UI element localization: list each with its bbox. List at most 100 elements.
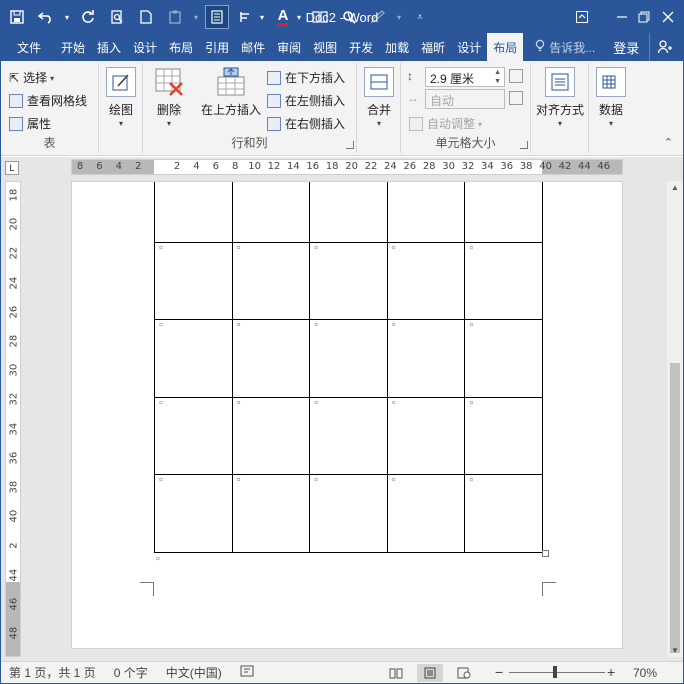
chevron-down-icon[interactable]: ▾ [295,5,303,29]
autofit-button[interactable]: 自动调整 ▾ [409,115,482,132]
table-cell[interactable]: ¤ [464,396,543,475]
tab-view[interactable]: 视图 [307,33,343,61]
table-cell[interactable] [386,182,466,243]
save-icon[interactable] [5,5,29,29]
table-cell[interactable]: ¤ [309,474,388,553]
tab-developer[interactable]: 开发 [343,33,379,61]
read-mode-icon[interactable] [383,664,409,682]
table-cell[interactable]: ¤ [231,241,311,320]
table-cell[interactable]: ¤ [231,474,311,553]
two-pages-icon[interactable] [308,5,332,29]
distribute-columns-icon[interactable] [509,91,523,105]
delete-button[interactable]: 删除 ▾ [147,67,191,128]
scroll-up-icon[interactable]: ▲ [667,183,683,192]
view-gridlines-button[interactable]: 查看网格线 [9,92,87,109]
share-icon[interactable] [649,33,679,61]
tab-insert[interactable]: 插入 [91,33,127,61]
collapse-ribbon-icon[interactable]: ⌃ [664,136,673,149]
alignment-button[interactable]: 对齐方式 ▾ [533,67,587,128]
column-width-input[interactable]: 自动 [425,89,505,109]
zoom-slider[interactable] [509,672,605,673]
table-cell[interactable]: ¤ [464,241,543,320]
vertical-scrollbar[interactable]: ▲ ▼ [667,181,683,657]
insert-below-button[interactable]: 在下方插入 [267,69,345,86]
draw-table-button[interactable]: 绘图 ▾ [103,67,139,128]
table-cell[interactable]: ¤ [309,319,388,398]
table-cell[interactable]: ¤ [154,241,233,320]
paragraph-icon[interactable] [234,5,258,29]
repeat-icon[interactable] [76,5,100,29]
print-preview-icon[interactable] [105,5,129,29]
merge-button[interactable]: 合并 ▾ [361,67,397,128]
page-count[interactable]: 第 1 页，共 1 页 [9,664,96,681]
tab-table-layout[interactable]: 布局 [487,33,524,61]
ruler-tick: 22 [364,161,378,172]
tab-mailings[interactable]: 邮件 [235,33,271,61]
tab-design[interactable]: 设计 [127,33,163,61]
word-count[interactable]: 0 个字 [114,664,148,681]
zoom-in-icon[interactable]: + [607,664,615,680]
table-cell[interactable]: ¤ [154,396,233,475]
properties-button[interactable]: 属性 [9,115,51,132]
tab-home[interactable]: 开始 [55,33,91,61]
customize-qat-icon[interactable]: ⩡ [408,5,432,29]
insert-right-button[interactable]: 在右侧插入 [267,115,345,132]
row-height-input[interactable]: 2.9 厘米 ▲ ▼ [425,67,505,87]
new-document-icon[interactable] [134,5,158,29]
table-cell[interactable]: ¤ [386,474,466,553]
tab-foxit[interactable]: 福昕 [415,33,451,61]
horizontal-ruler[interactable]: 8 6 4 2 2 4 6 8 10 12 14 16 18 20 22 24 26 28 30 32 34 36 38 40… [71,159,623,175]
table-cell[interactable]: ¤ [464,319,543,398]
table-cell[interactable]: ¤ [231,319,311,398]
table-cell[interactable]: ¤ [154,474,233,553]
table-cell[interactable]: ¤ [386,241,466,320]
macro-record-icon[interactable] [240,665,254,680]
vertical-ruler[interactable]: 18 20 22 24 26 28 30 32 34 36 38 40 2 44 46 48 [5,181,21,657]
chevron-down-icon[interactable]: ▾ [63,5,71,29]
tab-addins[interactable]: 加载 [379,33,415,61]
table-cell[interactable]: ¤ [231,396,311,475]
table-cell[interactable] [231,182,311,243]
sign-in-link[interactable]: 登录 [613,33,639,61]
print-layout-icon[interactable] [417,664,443,682]
zoom-out-icon[interactable]: − [495,664,503,680]
tab-review[interactable]: 审阅 [271,33,307,61]
undo-icon[interactable] [34,5,58,29]
table-cell[interactable] [154,182,233,243]
tab-selector-icon[interactable]: L [5,161,19,175]
language-indicator[interactable]: 中文(中国) [166,664,222,681]
table-cell[interactable]: ¤ [309,396,388,475]
table-cell[interactable] [309,182,388,243]
tab-references[interactable]: 引用 [199,33,235,61]
data-button[interactable]: 数据 ▾ [591,67,631,128]
scrollbar-thumb[interactable] [670,363,680,653]
tab-layout[interactable]: 布局 [163,33,199,61]
font-color-icon[interactable]: A [271,5,295,29]
zoom-slider-thumb[interactable] [553,666,557,678]
table-resize-handle[interactable] [542,550,549,557]
scroll-down-icon[interactable]: ▼ [667,646,683,655]
tab-file[interactable]: 文件 [1,33,55,61]
close-icon[interactable] [645,1,684,33]
distribute-rows-icon[interactable] [509,69,523,83]
insert-left-button[interactable]: 在左侧插入 [267,92,345,109]
table-cell[interactable]: ¤ [386,396,466,475]
tell-me-box[interactable]: 告诉我... [523,33,595,61]
table-cell[interactable] [464,182,543,243]
dialog-launcher-icon[interactable] [346,141,354,149]
zoom-level[interactable]: 70% [633,666,657,680]
dialog-launcher-icon[interactable] [520,141,528,149]
page-view-icon[interactable] [205,5,229,29]
tab-table-design[interactable]: 设计 [451,33,487,61]
insert-above-button[interactable]: 在上方插入 [195,67,267,118]
document-table[interactable]: ¤ ¤ ¤ ¤ ¤ ¤ ¤ ¤ ¤ ¤ ¤ ¤ ¤ ¤ ¤ ¤ ¤ ¤ ¤ ¤ [154,182,543,553]
table-cell[interactable]: ¤ [309,241,388,320]
table-cell[interactable]: ¤ [464,474,543,553]
table-cell[interactable]: ¤ [386,319,466,398]
web-layout-icon[interactable] [451,664,477,682]
select-button[interactable]: ⇱ 选择 ▾ [9,69,54,86]
table-cell[interactable]: ¤ [154,319,233,398]
chevron-down-icon[interactable]: ▾ [258,5,266,29]
search-icon[interactable] [337,5,361,29]
document-page[interactable]: ¤ ¤ ¤ ¤ ¤ ¤ ¤ ¤ ¤ ¤ ¤ ¤ ¤ ¤ ¤ ¤ ¤ ¤ ¤ ¤ ¤ [71,181,623,649]
